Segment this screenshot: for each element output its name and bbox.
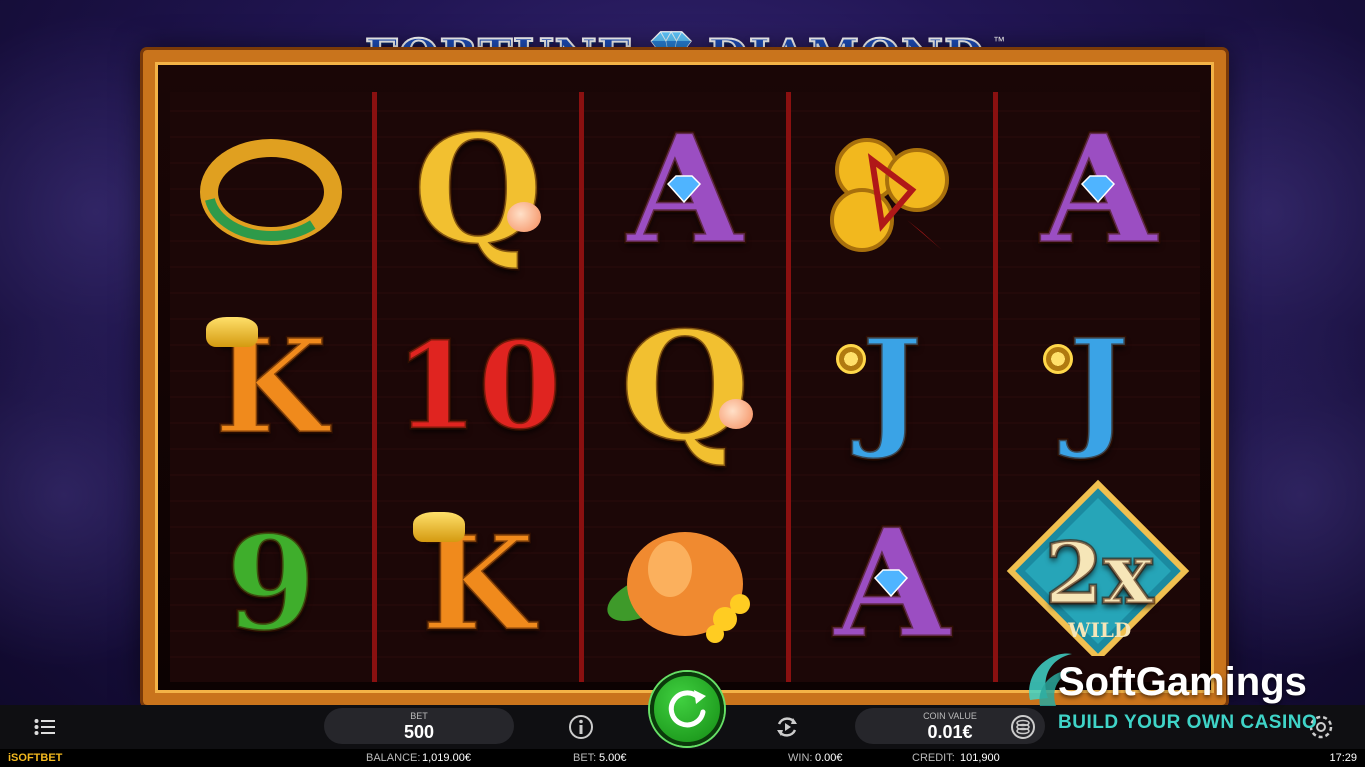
- reel-1: K 9: [170, 92, 372, 682]
- gold-ingot-icon: [206, 317, 258, 347]
- symbol-q: Q: [584, 289, 786, 485]
- symbol-j: J: [791, 289, 993, 485]
- bet-value: 500: [403, 722, 435, 742]
- jade-ring-icon: [200, 139, 342, 245]
- background-ornament-left: [0, 0, 160, 707]
- letter-q: Q: [618, 299, 752, 475]
- letter-q: Q: [411, 102, 545, 278]
- trademark: ™: [993, 34, 1005, 48]
- symbol-gold-coins: [791, 92, 993, 288]
- reel-4: J A: [786, 92, 993, 682]
- symbol-a: A: [998, 92, 1200, 288]
- number-9: 9: [224, 507, 317, 660]
- symbol-jade-ring: [170, 92, 372, 288]
- diamond-icon: [873, 569, 909, 598]
- spin-button[interactable]: [650, 672, 724, 746]
- reel-2: Q 10 K: [372, 92, 579, 682]
- letter-j: J: [1067, 310, 1131, 463]
- brand-name: SoftGamings: [1058, 660, 1307, 704]
- info-icon: [569, 715, 593, 739]
- symbol-a: A: [584, 92, 786, 288]
- background-ornament-right: [1205, 0, 1365, 707]
- coin-icon: [836, 344, 866, 374]
- symbol-k: K: [377, 486, 579, 682]
- credit-value: 101,900: [960, 752, 1000, 764]
- menu-button[interactable]: [30, 714, 60, 740]
- win-label: WIN:: [788, 752, 813, 764]
- multiplier-2x: 2x: [1043, 524, 1155, 623]
- autoplay-icon: [777, 717, 797, 737]
- peach-flower-icon: [607, 532, 750, 643]
- provider-logo: iSOFTBET: [8, 752, 63, 764]
- status-bet-label: BET:: [573, 752, 597, 764]
- symbol-a: A: [791, 486, 993, 682]
- credit-label: CREDIT:: [912, 752, 955, 764]
- number-10: 10: [393, 316, 563, 457]
- coin-icon: [1043, 344, 1073, 374]
- status-bar: iSOFTBET BALANCE: 1,019.00€ BET: 5.00€ W…: [0, 749, 1365, 767]
- reel-5: A J 2x WILD: [993, 92, 1200, 682]
- menu-icon: [34, 719, 55, 735]
- softgamings-watermark: SoftGamings BUILD YOUR OWN CASINO: [1022, 640, 1352, 750]
- bet-label: BET: [410, 711, 428, 721]
- spin-icon: [668, 690, 706, 728]
- win-value: 0.00€: [815, 752, 843, 764]
- diamond-icon: [666, 175, 702, 204]
- gold-ingot-icon: [413, 512, 465, 542]
- wild-label: WILD: [1068, 618, 1132, 642]
- brand-tagline: BUILD YOUR OWN CASINO: [1058, 712, 1318, 733]
- info-button[interactable]: [566, 712, 596, 742]
- symbol-peach-flower: [584, 486, 786, 682]
- symbol-k: K: [170, 289, 372, 485]
- bet-selector[interactable]: BET 500: [324, 708, 514, 744]
- reel-grid: K 9 Q 10 K A Q: [170, 92, 1200, 682]
- balance-value: 1,019.00€: [422, 752, 471, 764]
- symbol-j: J: [998, 289, 1200, 485]
- clock: 17:29: [1329, 752, 1357, 764]
- peach-icon: [719, 399, 753, 429]
- symbol-9: 9: [170, 486, 372, 682]
- gold-coins-icon: [830, 138, 949, 252]
- reel-3: A Q: [579, 92, 786, 682]
- diamond-icon: [1080, 175, 1116, 204]
- status-bet-value: 5.00€: [599, 752, 627, 764]
- peach-icon: [507, 202, 541, 232]
- autoplay-button[interactable]: [772, 712, 802, 742]
- letter-j: J: [860, 310, 924, 463]
- balance-label: BALANCE:: [366, 752, 421, 764]
- symbol-10: 10: [377, 289, 579, 485]
- symbol-q: Q: [377, 92, 579, 288]
